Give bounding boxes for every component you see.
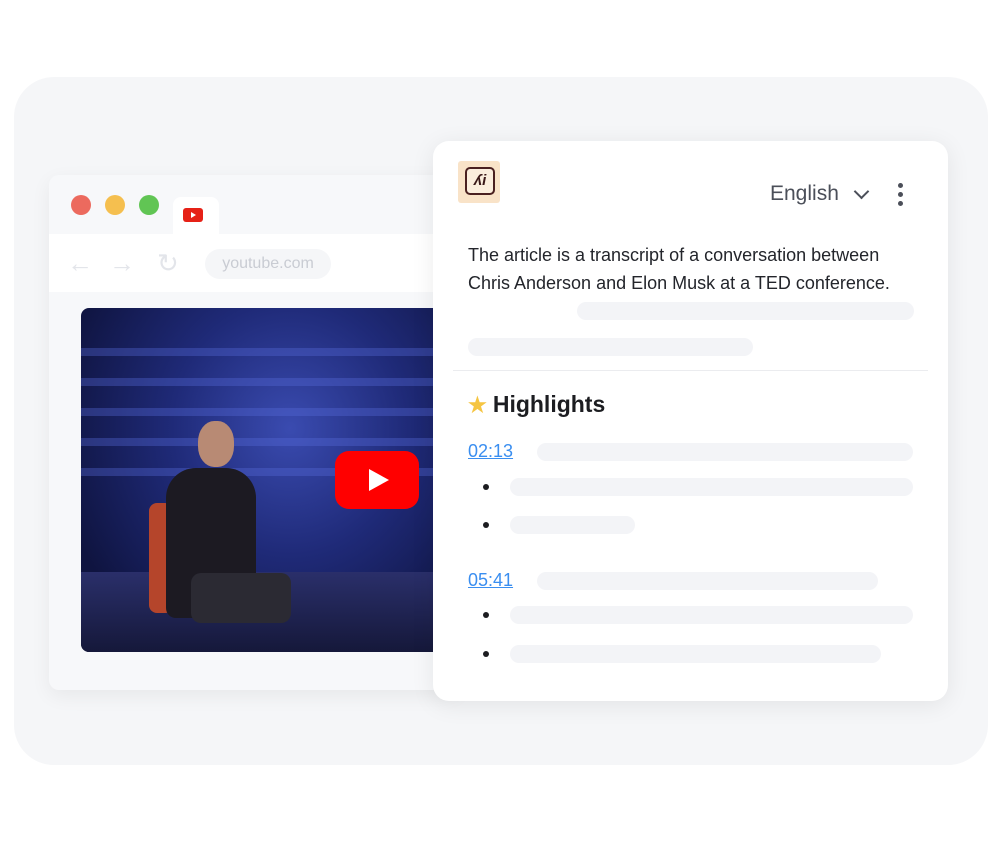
placeholder-line xyxy=(510,478,913,496)
app-logo: ʎi xyxy=(458,161,500,203)
youtube-icon xyxy=(183,208,203,222)
maximize-window-button[interactable] xyxy=(139,195,159,215)
placeholder-line xyxy=(510,645,881,663)
video-player[interactable] xyxy=(81,308,459,652)
back-arrow-icon[interactable]: ← xyxy=(67,248,93,279)
reload-icon[interactable]: ↻ xyxy=(157,248,179,279)
placeholder-line xyxy=(537,443,913,461)
browser-toolbar: ← → ↻ youtube.com xyxy=(49,234,459,292)
chevron-down-icon[interactable] xyxy=(853,183,870,200)
placeholder-line xyxy=(510,606,913,624)
forward-arrow-icon[interactable]: → xyxy=(109,248,135,279)
language-select[interactable]: English xyxy=(770,182,839,206)
placeholder-line xyxy=(468,338,753,356)
close-window-button[interactable] xyxy=(71,195,91,215)
address-bar[interactable]: youtube.com xyxy=(205,249,331,279)
bullet xyxy=(483,484,489,490)
summary-text: The article is a transcript of a convers… xyxy=(468,245,890,293)
more-options-icon[interactable] xyxy=(898,183,903,210)
bullet xyxy=(483,651,489,657)
play-icon[interactable] xyxy=(335,451,419,509)
highlights-heading: ★ Highlights xyxy=(468,391,606,417)
placeholder-line xyxy=(510,516,635,534)
placeholder-line xyxy=(577,302,914,320)
browser-window: ← → ↻ youtube.com xyxy=(49,175,459,690)
timestamp-link[interactable]: 05:41 xyxy=(468,570,513,591)
star-icon: ★ xyxy=(468,394,487,417)
divider xyxy=(453,370,928,371)
summary-panel: ʎi English The article is a transcript o… xyxy=(433,141,948,701)
placeholder-line xyxy=(537,572,878,590)
timestamp-link[interactable]: 02:13 xyxy=(468,441,513,462)
bullet xyxy=(483,522,489,528)
bullet xyxy=(483,612,489,618)
minimize-window-button[interactable] xyxy=(105,195,125,215)
